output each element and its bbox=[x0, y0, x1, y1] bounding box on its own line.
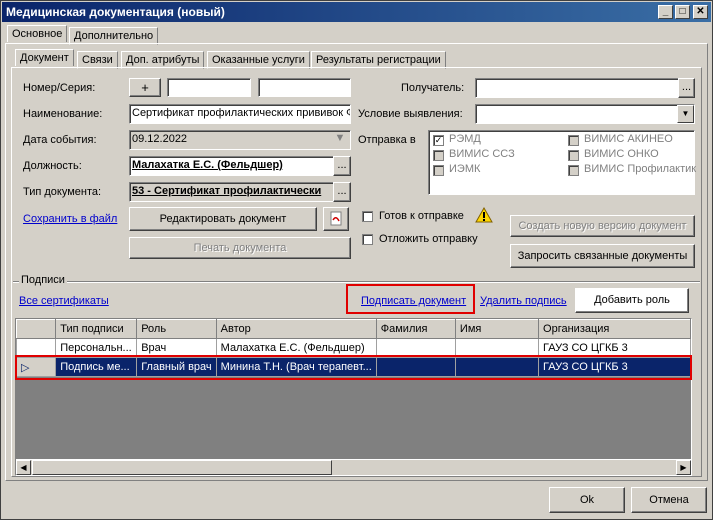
title-bar: Медицинская документация (новый) _ □ ✕ bbox=[2, 2, 711, 22]
position-select-button[interactable]: ... bbox=[333, 156, 351, 176]
checkbox-vimis-ssz[interactable] bbox=[433, 150, 444, 161]
number-label: Номер/Серия: bbox=[23, 82, 96, 94]
window-title: Медицинская документация (новый) bbox=[6, 5, 225, 19]
date-field[interactable]: 09.12.2022 ▼ bbox=[129, 130, 351, 150]
cancel-button[interactable]: Отмена bbox=[631, 487, 707, 513]
ready-label: Готов к отправке bbox=[379, 210, 464, 222]
checkbox-label: ВИМИС ССЗ bbox=[449, 148, 515, 160]
checkbox-vimis-akineo[interactable] bbox=[568, 135, 579, 146]
request-related-button[interactable]: Запросить связанные документы bbox=[510, 244, 695, 268]
print-document-button[interactable]: Печать документа bbox=[129, 237, 351, 259]
condition-field[interactable]: ▼ bbox=[475, 104, 695, 124]
postpone-checkbox[interactable] bbox=[362, 234, 373, 245]
pdf-button[interactable] bbox=[323, 207, 349, 231]
checkbox-iemk[interactable] bbox=[433, 165, 444, 176]
postpone-label: Отложить отправку bbox=[379, 233, 478, 245]
checkbox-vimis-prof[interactable] bbox=[568, 165, 579, 176]
edit-document-button[interactable]: Редактировать документ bbox=[129, 207, 317, 231]
chevron-down-icon[interactable]: ▼ bbox=[677, 105, 694, 123]
recipient-label: Получатель: bbox=[401, 82, 465, 94]
checkbox-vimis-onko[interactable] bbox=[568, 150, 579, 161]
ready-checkbox[interactable] bbox=[362, 211, 373, 222]
send-to-label: Отправка в bbox=[358, 134, 416, 146]
column-header[interactable]: Организация bbox=[538, 319, 691, 339]
ok-button[interactable]: Ok bbox=[549, 487, 625, 513]
delete-signature-link[interactable]: Удалить подпись bbox=[480, 295, 567, 307]
scroll-right-icon[interactable]: ▶ bbox=[676, 460, 691, 475]
new-version-button[interactable]: Создать новую версию документ bbox=[510, 215, 695, 237]
checkbox-label: РЭМД bbox=[449, 133, 481, 145]
pdf-icon bbox=[330, 211, 342, 226]
maximize-icon[interactable]: □ bbox=[675, 5, 690, 19]
signatures-group-label: Подписи bbox=[19, 274, 67, 286]
horizontal-scrollbar[interactable]: ◀ ▶ bbox=[16, 459, 691, 475]
series-field[interactable] bbox=[258, 78, 351, 97]
tab-main[interactable]: Основное bbox=[7, 25, 68, 42]
doctype-label: Тип документа: bbox=[23, 186, 102, 198]
column-header[interactable]: Автор bbox=[215, 319, 377, 339]
minimize-icon[interactable]: _ bbox=[658, 5, 673, 19]
add-role-button[interactable]: Добавить роль bbox=[575, 288, 689, 313]
recipient-select-button[interactable]: ... bbox=[678, 78, 695, 98]
condition-label: Условие выявления: bbox=[358, 108, 463, 120]
warning-icon bbox=[475, 207, 493, 223]
all-certificates-link[interactable]: Все сертификаты bbox=[19, 295, 109, 307]
number-field[interactable] bbox=[167, 78, 251, 97]
column-header[interactable]: Роль bbox=[136, 319, 217, 339]
doctype-select-button[interactable]: ... bbox=[333, 182, 351, 202]
recipient-field[interactable] bbox=[475, 78, 679, 98]
date-label: Дата события: bbox=[23, 134, 97, 146]
column-header[interactable]: Имя bbox=[454, 319, 540, 339]
signatures-divider bbox=[13, 281, 700, 283]
position-label: Должность: bbox=[23, 160, 82, 172]
checkbox-label: ВИМИС ОНКО bbox=[584, 148, 659, 160]
scroll-left-icon[interactable]: ◀ bbox=[16, 460, 31, 475]
name-field[interactable]: Сертификат профилактических прививок Ф bbox=[129, 104, 351, 124]
dialog-window: Медицинская документация (новый) _ □ ✕ О… bbox=[0, 0, 713, 520]
column-header-indicator bbox=[16, 319, 57, 339]
highlight-box bbox=[15, 355, 692, 380]
checkbox-label: ВИМИС АКИНЕО bbox=[584, 133, 673, 145]
signatures-table: Тип подписи Роль Автор Фамилия Имя Орган… bbox=[15, 318, 692, 476]
position-field[interactable]: Малахатка Е.С. (Фельдшер) bbox=[129, 156, 334, 176]
column-header[interactable]: Тип подписи bbox=[55, 319, 138, 339]
checkbox-label: ВИМИС Профилактик bbox=[584, 163, 697, 175]
scroll-thumb[interactable] bbox=[32, 460, 332, 475]
highlight-box bbox=[346, 284, 475, 314]
close-icon[interactable]: ✕ bbox=[693, 5, 708, 19]
column-header[interactable]: Фамилия bbox=[375, 319, 456, 339]
save-to-file-link[interactable]: Сохранить в файл bbox=[23, 213, 117, 225]
add-number-button[interactable]: + bbox=[129, 78, 161, 97]
checkbox-remd[interactable]: ✓ bbox=[433, 135, 444, 146]
checkbox-label: ИЭМК bbox=[449, 163, 481, 175]
doctype-field[interactable]: 53 - Сертификат профилактически bbox=[129, 182, 334, 202]
chevron-down-icon[interactable]: ▼ bbox=[332, 132, 348, 148]
name-label: Наименование: bbox=[23, 108, 103, 120]
tab-document[interactable]: Документ bbox=[15, 49, 74, 66]
date-value: 09.12.2022 bbox=[132, 133, 188, 145]
